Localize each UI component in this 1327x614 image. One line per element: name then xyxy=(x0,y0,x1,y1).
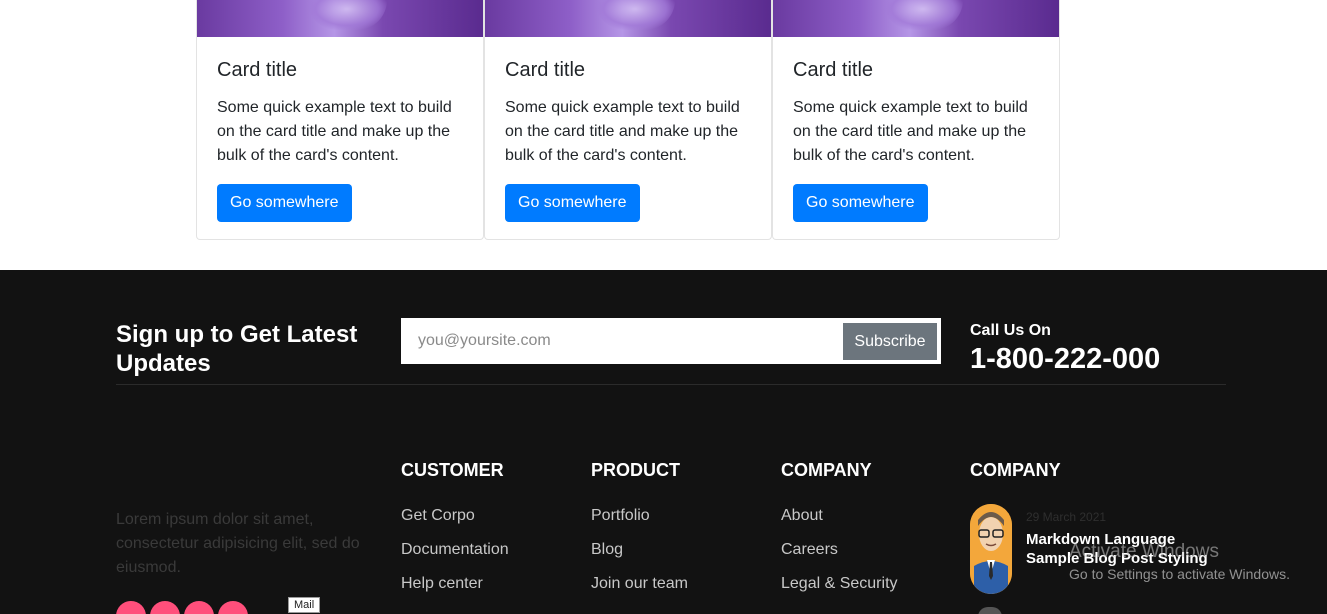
go-somewhere-button[interactable]: Go somewhere xyxy=(505,184,640,222)
card-image xyxy=(773,0,1059,37)
footer-link[interactable]: Portfolio xyxy=(591,507,688,541)
card-body: Card title Some quick example text to bu… xyxy=(773,37,1059,239)
avatar-illustration xyxy=(970,504,1012,594)
post-date: 29 March 2021 xyxy=(1026,510,1107,524)
footer-link[interactable]: Blog xyxy=(591,541,688,575)
card-text: Some quick example text to build on the … xyxy=(793,99,1028,164)
mail-tooltip: Mail xyxy=(288,597,321,613)
activate-windows-subtitle: Go to Settings to activate Windows. xyxy=(1069,566,1290,582)
footer-link[interactable]: Documentation xyxy=(401,541,509,575)
signup-title: Sign up to Get Latest Updates xyxy=(116,321,358,377)
footer-link[interactable]: Join our team xyxy=(591,575,688,609)
column-heading-product: PRODUCT xyxy=(591,460,680,480)
phone-number: 1-800-222-000 xyxy=(970,343,1161,375)
instagram-icon[interactable] xyxy=(184,601,214,614)
facebook-icon[interactable] xyxy=(116,601,146,614)
email-input[interactable] xyxy=(403,320,841,362)
card-deck: Card title Some quick example text to bu… xyxy=(196,0,1060,240)
about-text: Lorem ipsum dolor sit amet, consectetur … xyxy=(116,511,360,576)
card-body: Card title Some quick example text to bu… xyxy=(485,37,771,239)
card: Card title Some quick example text to bu… xyxy=(484,0,772,240)
card-title: Card title xyxy=(793,59,874,81)
footer-link[interactable]: Legal & Security xyxy=(781,575,898,609)
go-somewhere-button[interactable]: Go somewhere xyxy=(217,184,352,222)
author-avatar xyxy=(970,504,1012,594)
card: Card title Some quick example text to bu… xyxy=(196,0,484,240)
footer-link[interactable]: Careers xyxy=(781,541,898,575)
subscribe-form: Subscribe xyxy=(401,318,941,364)
footer-link[interactable]: Help center xyxy=(401,575,509,609)
social-links xyxy=(116,601,252,614)
card-text: Some quick example text to build on the … xyxy=(217,99,452,164)
card-image xyxy=(197,0,483,37)
card-text: Some quick example text to build on the … xyxy=(505,99,740,164)
column-heading-recent: COMPANY xyxy=(970,460,1061,480)
card-title: Card title xyxy=(505,59,586,81)
footer-link[interactable]: Get Corpo xyxy=(401,507,509,541)
card-body: Card title Some quick example text to bu… xyxy=(197,37,483,239)
customer-links: Get Corpo Documentation Help center xyxy=(401,507,509,609)
column-heading-company: COMPANY xyxy=(781,460,872,480)
subscribe-button[interactable]: Subscribe xyxy=(843,323,937,360)
footer-link[interactable]: About xyxy=(781,507,898,541)
twitter-icon[interactable] xyxy=(150,601,180,614)
product-links: Portfolio Blog Join our team xyxy=(591,507,688,609)
company-links: About Careers Legal & Security xyxy=(781,507,898,609)
mail-icon[interactable] xyxy=(218,601,248,614)
column-heading-customer: CUSTOMER xyxy=(401,460,504,480)
footer: Sign up to Get Latest Updates Subscribe … xyxy=(0,270,1327,614)
card-image xyxy=(485,0,771,37)
card: Card title Some quick example text to bu… xyxy=(772,0,1060,240)
activate-windows-title: Activate Windows xyxy=(1069,541,1219,562)
go-somewhere-button[interactable]: Go somewhere xyxy=(793,184,928,222)
next-post-avatar xyxy=(978,607,1002,614)
card-title: Card title xyxy=(217,59,298,81)
divider xyxy=(116,384,1226,385)
call-label: Call Us On xyxy=(970,322,1051,339)
